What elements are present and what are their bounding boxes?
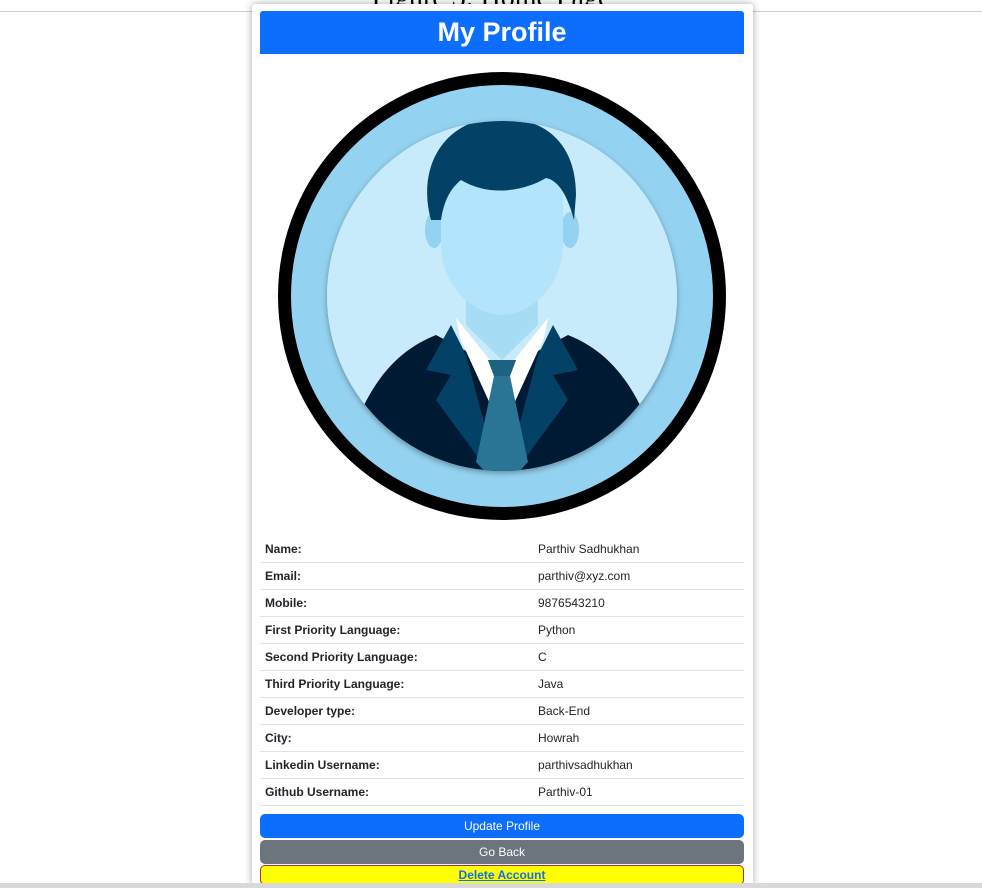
row-label: Second Priority Language: bbox=[260, 643, 533, 671]
table-row: Linkedin Username: parthivsadhukhan bbox=[260, 751, 744, 779]
user-avatar-icon bbox=[278, 72, 726, 520]
page-title: My Profile bbox=[260, 11, 744, 54]
row-label: Github Username: bbox=[260, 778, 533, 806]
row-value: Parthiv Sadhukhan bbox=[533, 536, 744, 563]
row-value: Parthiv-01 bbox=[533, 778, 744, 806]
table-row: Second Priority Language: C bbox=[260, 643, 744, 671]
profile-details-table: Name: Parthiv Sadhukhan Email: parthiv@x… bbox=[260, 536, 744, 806]
avatar bbox=[276, 70, 728, 522]
table-row: First Priority Language: Python bbox=[260, 616, 744, 644]
row-label: Email: bbox=[260, 562, 533, 590]
horizontal-scrollbar[interactable] bbox=[0, 883, 982, 888]
row-value: Python bbox=[533, 616, 744, 644]
row-label: First Priority Language: bbox=[260, 616, 533, 644]
delete-account-button[interactable]: Delete Account bbox=[260, 865, 744, 885]
table-row: Mobile: 9876543210 bbox=[260, 589, 744, 617]
row-label: Linkedin Username: bbox=[260, 751, 533, 779]
go-back-button[interactable]: Go Back bbox=[260, 840, 744, 864]
row-label: Mobile: bbox=[260, 589, 533, 617]
table-row: Third Priority Language: Java bbox=[260, 670, 744, 698]
row-label: Name: bbox=[260, 536, 533, 563]
row-value: Java bbox=[533, 670, 744, 698]
table-row: Developer type: Back-End bbox=[260, 697, 744, 725]
row-value: C bbox=[533, 643, 744, 671]
row-value: parthiv@xyz.com bbox=[533, 562, 744, 590]
row-label: City: bbox=[260, 724, 533, 752]
table-row: Github Username: Parthiv-01 bbox=[260, 778, 744, 806]
row-value: parthivsadhukhan bbox=[533, 751, 744, 779]
row-value: 9876543210 bbox=[533, 589, 744, 617]
table-row: Name: Parthiv Sadhukhan bbox=[260, 536, 744, 563]
table-row: City: Howrah bbox=[260, 724, 744, 752]
row-value: Back-End bbox=[533, 697, 744, 725]
row-value: Howrah bbox=[533, 724, 744, 752]
row-label: Developer type: bbox=[260, 697, 533, 725]
profile-card: My Profile Name: Parthiv Sadhukhan Email… bbox=[252, 4, 753, 886]
update-profile-button[interactable]: Update Profile bbox=[260, 814, 744, 838]
table-row: Email: parthiv@xyz.com bbox=[260, 562, 744, 590]
row-label: Third Priority Language: bbox=[260, 670, 533, 698]
